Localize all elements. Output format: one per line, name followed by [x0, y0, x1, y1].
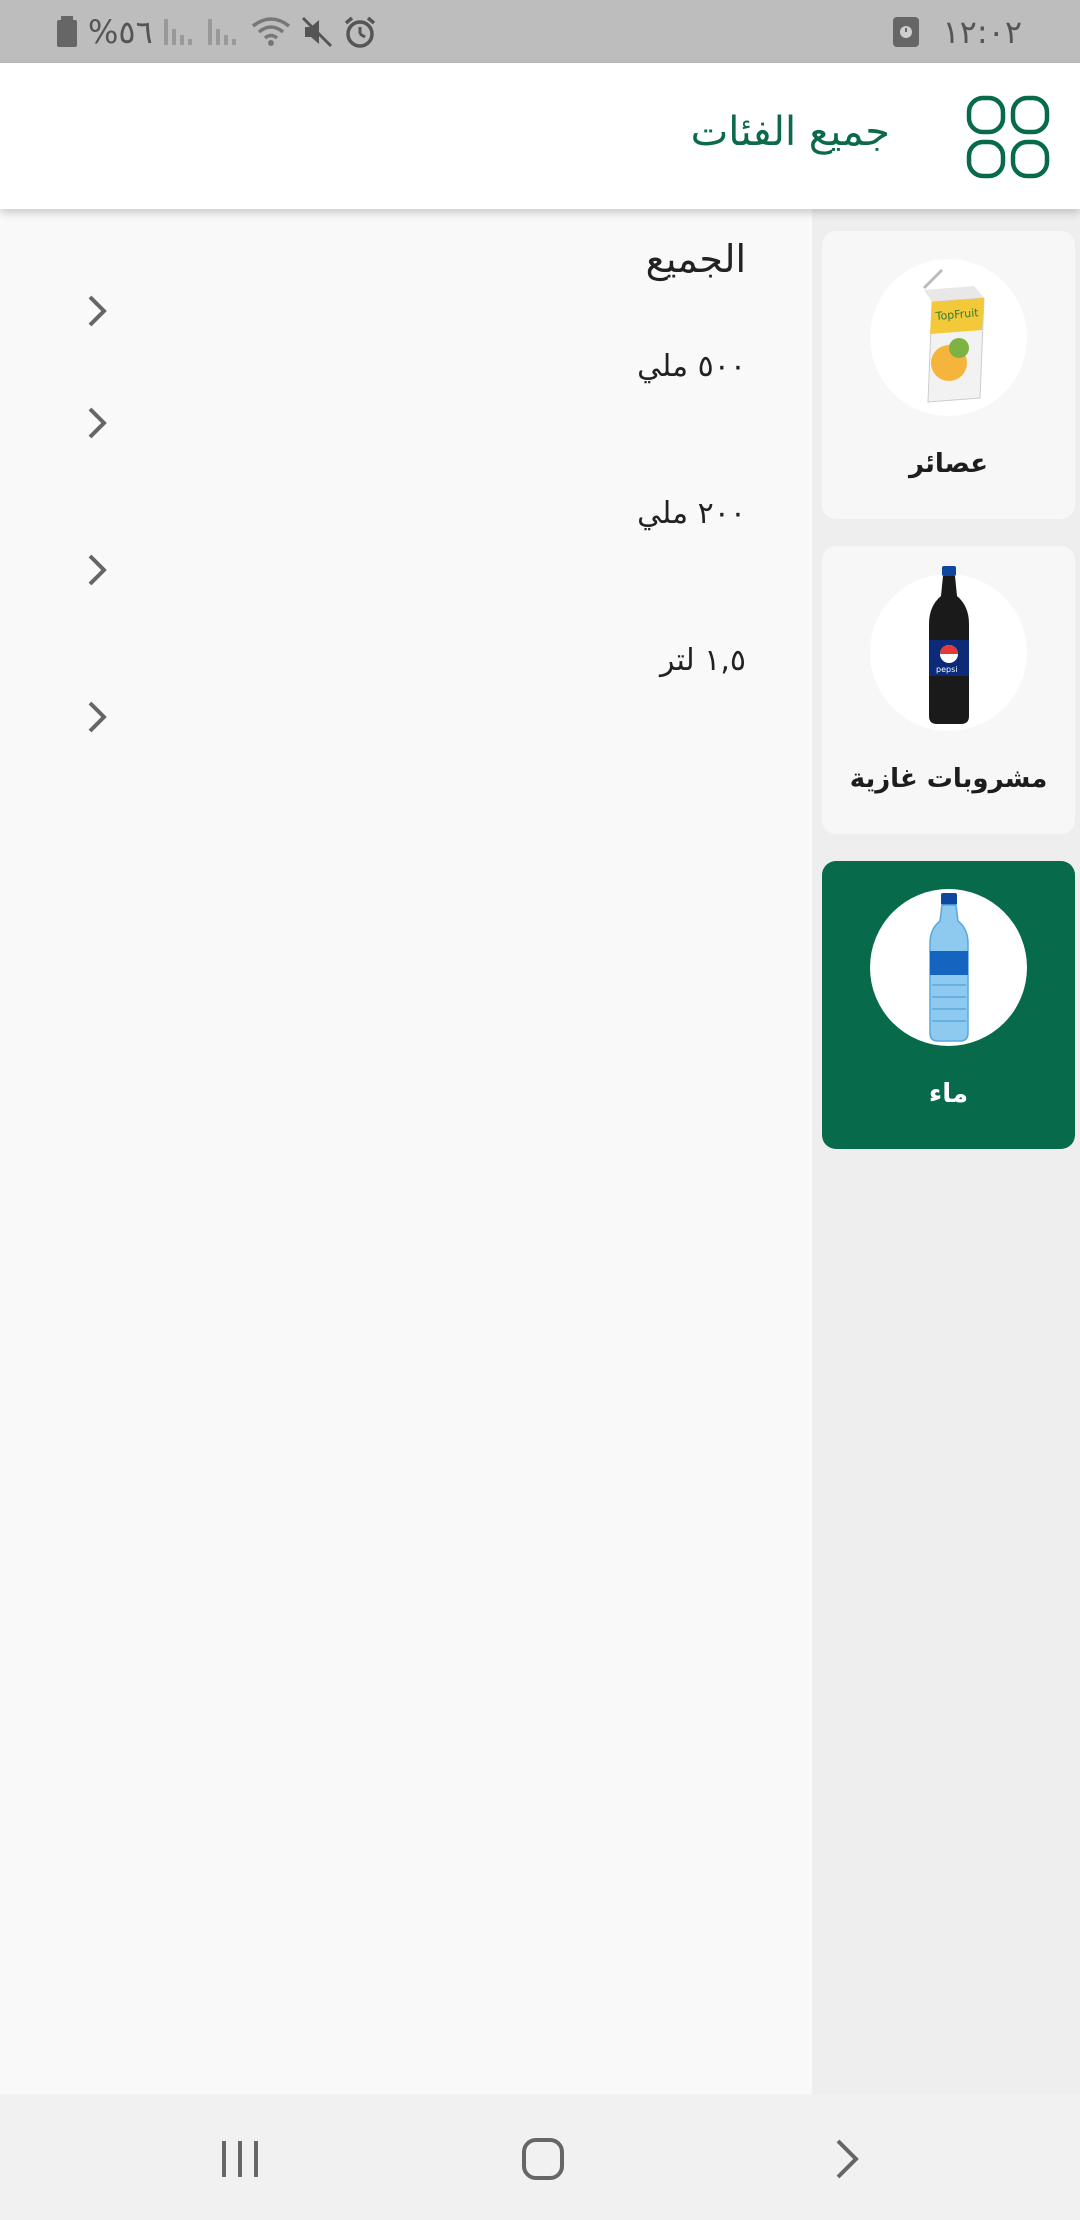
- back-chevron-icon: [836, 2139, 859, 2179]
- category-label: مشروبات غازية: [849, 764, 1048, 794]
- status-icons-left: %٥٦: [56, 12, 377, 52]
- battery-percent: %٥٦: [88, 13, 153, 51]
- recent-apps-icon: [222, 2141, 258, 2177]
- category-card-soft-drinks[interactable]: pepsi مشروبات غازية: [822, 546, 1075, 834]
- wifi-icon: [251, 16, 291, 48]
- signal-icon-2: [207, 17, 241, 47]
- category-sidebar: TopFruit عصائر pepsi مشروبات غازية ماء: [812, 209, 1080, 2094]
- subcategory-row-200ml[interactable]: ٢٠٠ ملي: [0, 456, 812, 586]
- alarm-icon: [343, 15, 377, 49]
- screenshot-icon: [892, 16, 920, 48]
- status-icons-right: ١٢:٠٢: [892, 12, 1022, 52]
- subcategory-row-all[interactable]: الجميع: [0, 209, 812, 327]
- juice-carton-icon: TopFruit: [870, 259, 1027, 416]
- back-button[interactable]: [812, 2134, 882, 2184]
- mute-icon: [301, 16, 333, 48]
- category-label: عصائر: [908, 449, 989, 479]
- all-categories-grid-icon[interactable]: [966, 95, 1050, 179]
- recent-apps-button[interactable]: [206, 2134, 276, 2184]
- subcategory-label: الجميع: [645, 237, 746, 281]
- chevron-right-icon: [88, 407, 107, 439]
- water-bottle-icon: [870, 889, 1027, 1046]
- subcategory-label: ٢٠٠ ملي: [637, 496, 746, 531]
- app-screen: %٥٦ ١٢:٠٢ جميع الفئات الجميع ٥٠٠ ملي ٢٠٠…: [0, 0, 1080, 2220]
- status-bar: %٥٦ ١٢:٠٢: [0, 0, 1080, 63]
- battery-icon: [56, 16, 78, 48]
- chevron-right-icon: [88, 701, 107, 733]
- system-nav-bar: [0, 2094, 1080, 2220]
- home-icon: [522, 2138, 564, 2180]
- app-bar: جميع الفئات: [0, 63, 1080, 209]
- signal-icon: [163, 17, 197, 47]
- soda-bottle-icon: pepsi: [870, 565, 1027, 731]
- page-title: جميع الفئات: [690, 109, 890, 155]
- subcategory-label: ١,٥ لتر: [659, 643, 746, 678]
- chevron-right-icon: [88, 554, 107, 586]
- svg-text:pepsi: pepsi: [936, 665, 957, 674]
- status-time: ١٢:٠٢: [942, 13, 1022, 51]
- home-button[interactable]: [508, 2134, 578, 2184]
- subcategory-row-1-5l[interactable]: ١,٥ لتر: [0, 603, 812, 733]
- subcategory-label: ٥٠٠ ملي: [637, 349, 746, 384]
- category-label: ماء: [928, 1079, 969, 1109]
- subcategory-row-500ml[interactable]: ٥٠٠ ملي: [0, 309, 812, 439]
- category-card-water[interactable]: ماء: [822, 861, 1075, 1149]
- category-card-juices[interactable]: TopFruit عصائر: [822, 231, 1075, 519]
